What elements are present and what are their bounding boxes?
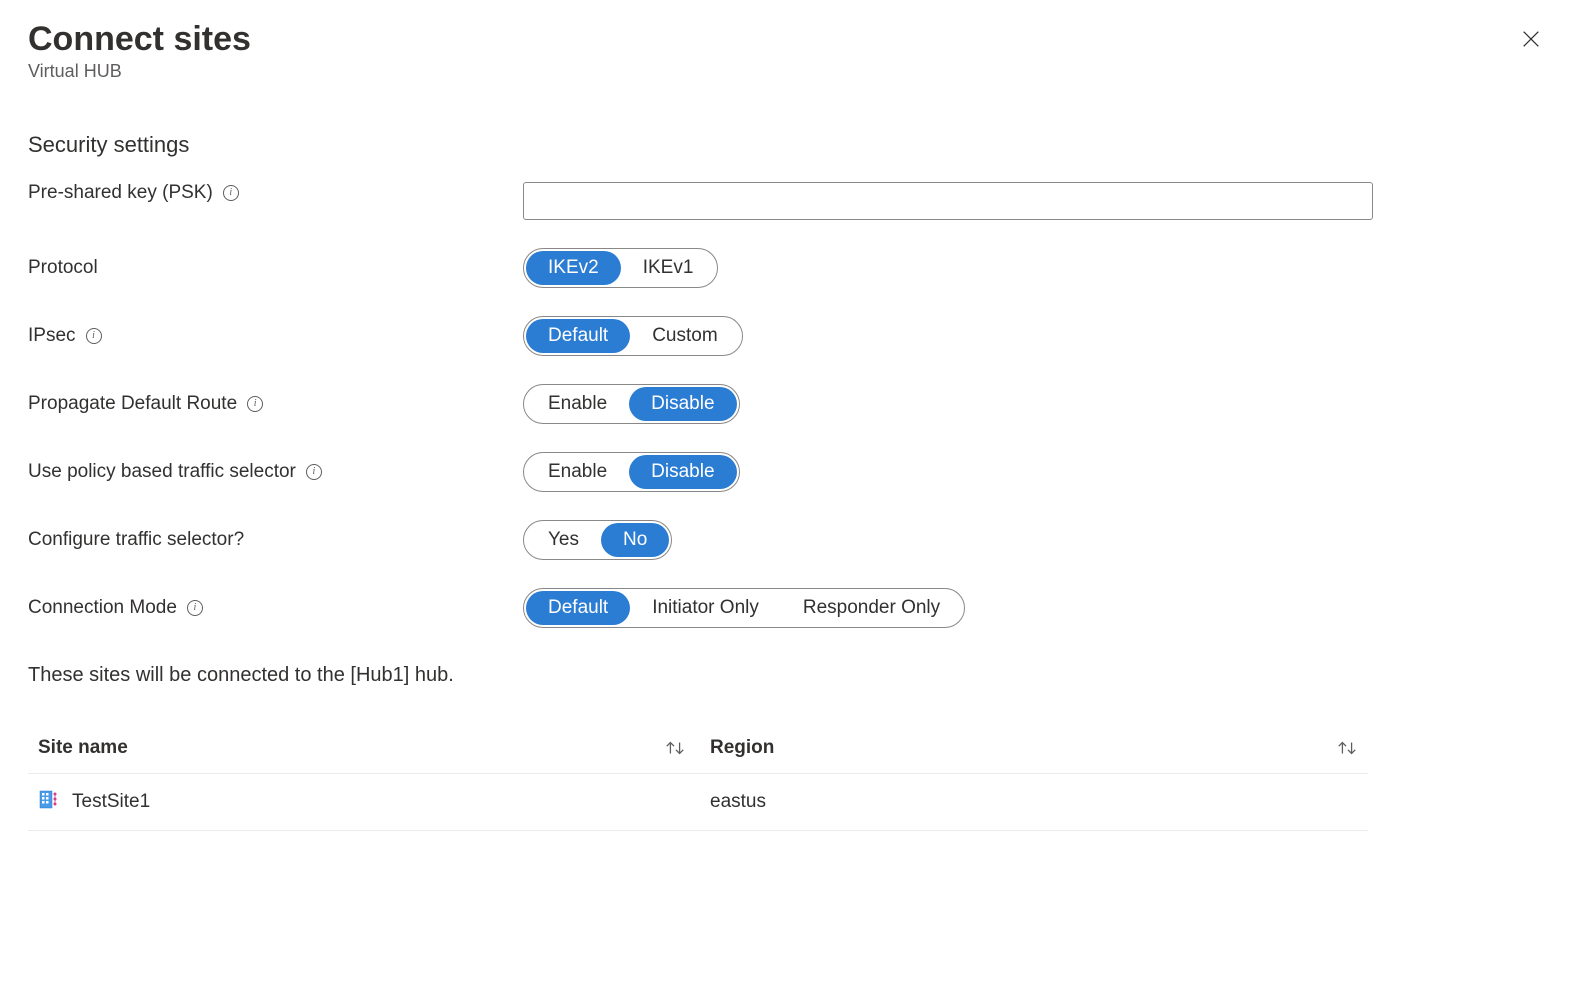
default-route-toggle: Enable Disable [523,384,740,424]
configure-ts-toggle: Yes No [523,520,672,560]
ipsec-label-wrap: IPsec i [28,325,523,347]
close-icon [1520,28,1542,50]
ipsec-custom[interactable]: Custom [630,319,739,353]
security-settings-heading: Security settings [28,132,1550,158]
protocol-label: Protocol [28,257,98,279]
ipsec-label: IPsec [28,325,76,347]
site-cell: TestSite1 [38,788,150,816]
info-icon[interactable]: i [247,396,263,412]
protocol-row: Protocol IKEv2 IKEv1 [28,248,1550,288]
ipsec-default[interactable]: Default [526,319,630,353]
info-icon[interactable]: i [86,328,102,344]
panel-subtitle: Virtual HUB [28,61,251,82]
connection-mode-label-wrap: Connection Mode i [28,597,523,619]
sort-icon[interactable] [1336,739,1358,757]
policy-selector-enable[interactable]: Enable [526,455,629,489]
protocol-ikev2[interactable]: IKEv2 [526,251,621,285]
building-icon [38,788,60,816]
ipsec-row: IPsec i Default Custom [28,316,1550,356]
configure-ts-yes[interactable]: Yes [526,523,601,557]
ipsec-toggle: Default Custom [523,316,743,356]
info-icon[interactable]: i [223,185,239,201]
info-icon[interactable]: i [306,464,322,480]
default-route-enable[interactable]: Enable [526,387,629,421]
policy-selector-label-wrap: Use policy based traffic selector i [28,461,523,483]
psk-row: Pre-shared key (PSK) i [28,182,1550,220]
panel-title: Connect sites [28,20,251,59]
policy-selector-label: Use policy based traffic selector [28,461,296,483]
configure-ts-label: Configure traffic selector? [28,529,244,551]
default-route-disable[interactable]: Disable [629,387,736,421]
configure-ts-label-wrap: Configure traffic selector? [28,529,523,551]
protocol-toggle: IKEv2 IKEv1 [523,248,718,288]
policy-selector-disable[interactable]: Disable [629,455,736,489]
default-route-label-wrap: Propagate Default Route i [28,393,523,415]
connection-mode-label: Connection Mode [28,597,177,619]
connection-mode-toggle: Default Initiator Only Responder Only [523,588,965,628]
col-site-header[interactable]: Site name [38,737,128,759]
close-button[interactable] [1512,20,1550,63]
configure-ts-row: Configure traffic selector? Yes No [28,520,1550,560]
sort-icon[interactable] [664,739,686,757]
psk-label: Pre-shared key (PSK) [28,182,213,204]
sites-note: These sites will be connected to the [Hu… [28,664,1550,687]
connection-mode-row: Connection Mode i Default Initiator Only… [28,588,1550,628]
protocol-ikev1[interactable]: IKEv1 [621,251,716,285]
policy-selector-toggle: Enable Disable [523,452,740,492]
col-region-header[interactable]: Region [710,737,774,759]
connection-mode-initiator[interactable]: Initiator Only [630,591,781,625]
configure-ts-no[interactable]: No [601,523,669,557]
connection-mode-default[interactable]: Default [526,591,630,625]
info-icon[interactable]: i [187,600,203,616]
policy-selector-row: Use policy based traffic selector i Enab… [28,452,1550,492]
psk-label-wrap: Pre-shared key (PSK) i [28,182,523,204]
default-route-row: Propagate Default Route i Enable Disable [28,384,1550,424]
table-row[interactable]: TestSite1 eastus [28,774,1368,831]
default-route-label: Propagate Default Route [28,393,237,415]
psk-input[interactable] [523,182,1373,220]
protocol-label-wrap: Protocol [28,257,523,279]
table-header: Site name Region [28,723,1368,774]
site-name: TestSite1 [72,791,150,813]
sites-table: Site name Region [28,723,1368,831]
region-cell: eastus [710,791,766,813]
title-block: Connect sites Virtual HUB [28,20,251,82]
panel-header: Connect sites Virtual HUB [28,20,1550,82]
connection-mode-responder[interactable]: Responder Only [781,591,962,625]
